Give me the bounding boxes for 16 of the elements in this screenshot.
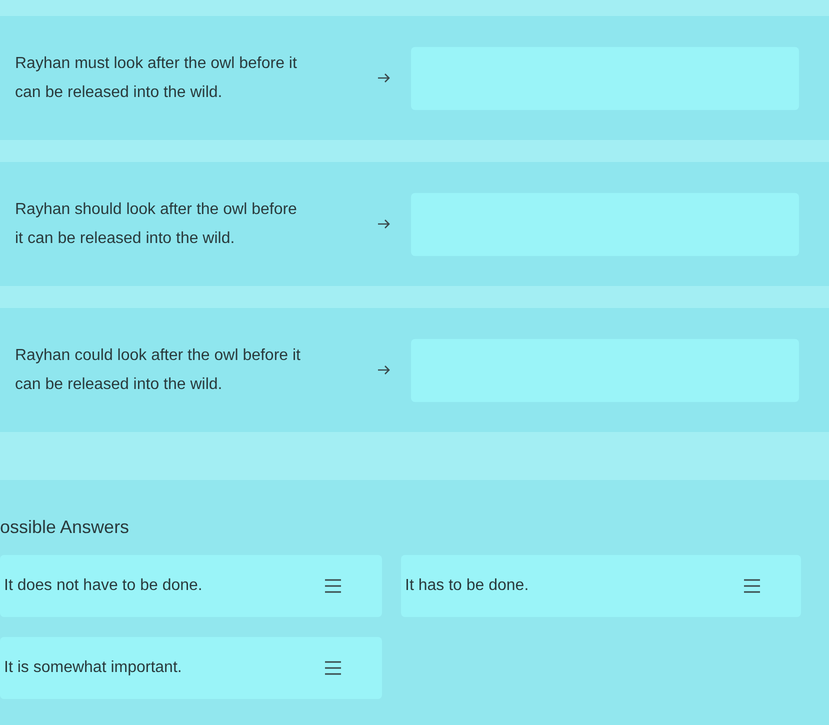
drag-handle-icon[interactable] bbox=[324, 578, 342, 594]
answer-tile[interactable]: It has to be done. bbox=[401, 555, 801, 617]
answer-tile[interactable]: It is somewhat important. bbox=[0, 637, 382, 699]
drag-handle-icon[interactable] bbox=[743, 578, 761, 594]
answer-text: It has to be done. bbox=[405, 576, 529, 596]
arrow-icon bbox=[377, 218, 391, 230]
arrow-icon bbox=[377, 364, 391, 376]
answer-text: It is somewhat important. bbox=[4, 658, 182, 678]
statement-text: Rayhan should look after the owl before it can be released into the wild. bbox=[15, 200, 298, 249]
arrow-icon bbox=[377, 72, 391, 84]
statement-text: Rayhan must look after the owl before it can be released into the wild. bbox=[15, 54, 298, 103]
statement-text: Rayhan could look after the owl before it can be released into the wild. bbox=[15, 346, 302, 395]
answer-tile[interactable]: It does not have to be done. bbox=[0, 555, 382, 617]
section-title: ossible Answers bbox=[0, 516, 130, 539]
drag-handle-icon[interactable] bbox=[324, 660, 342, 676]
answer-text: It does not have to be done. bbox=[4, 576, 202, 596]
